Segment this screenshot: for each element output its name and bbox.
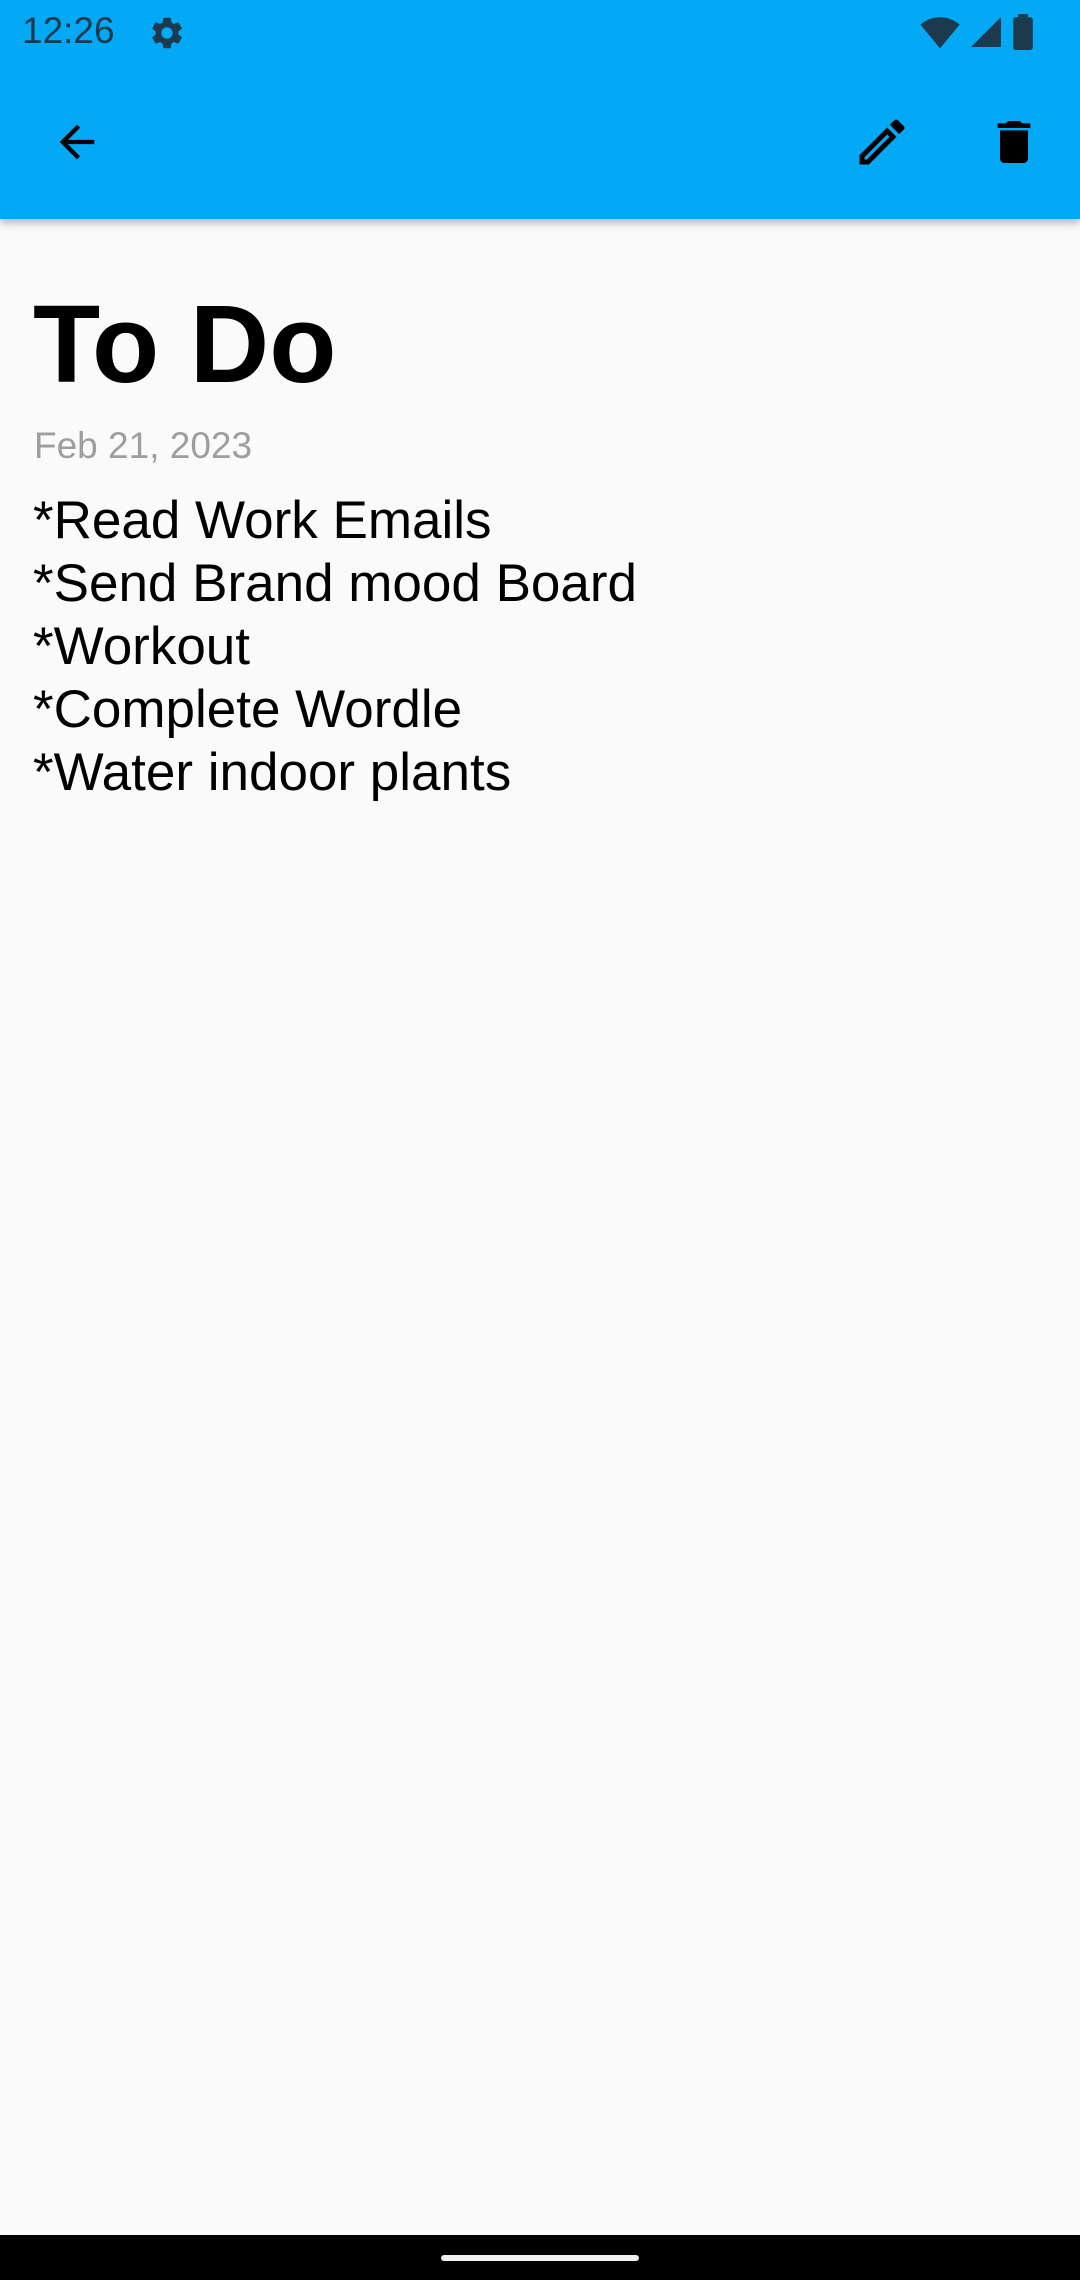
note-line: *Read Work Emails (33, 491, 492, 550)
home-indicator[interactable] (441, 2255, 639, 2261)
note-line: *Complete Wordle (33, 680, 463, 739)
note-body: *Read Work Emails *Send Brand mood Board… (33, 489, 637, 804)
status-time: 12:26 (22, 10, 115, 51)
navigation-bar (0, 2235, 1080, 2280)
battery-icon (1013, 14, 1033, 50)
note-date: Feb 21, 2023 (34, 425, 253, 466)
pencil-icon (859, 119, 905, 165)
app-bar: 12:26 (0, 0, 1080, 219)
note-line: *Water indoor plants (33, 743, 512, 802)
note-line: *Send Brand mood Board (33, 554, 638, 613)
toolbar (0, 66, 1080, 219)
arrow-back-icon (59, 124, 95, 160)
note-line: *Workout (33, 617, 250, 676)
gear-icon (152, 17, 182, 49)
status-icons (860, 0, 1080, 66)
signal-icon (971, 17, 1001, 47)
note-content: To Do Feb 21, 2023 *Read Work Emails *Se… (0, 219, 1080, 2235)
trash-icon (997, 121, 1031, 163)
delete-button[interactable] (966, 94, 1062, 190)
edit-button[interactable] (834, 94, 930, 190)
wifi-icon (920, 17, 960, 49)
note-title: To Do (33, 283, 337, 406)
back-button[interactable] (29, 94, 125, 190)
status-bar: 12:26 (0, 0, 1080, 66)
